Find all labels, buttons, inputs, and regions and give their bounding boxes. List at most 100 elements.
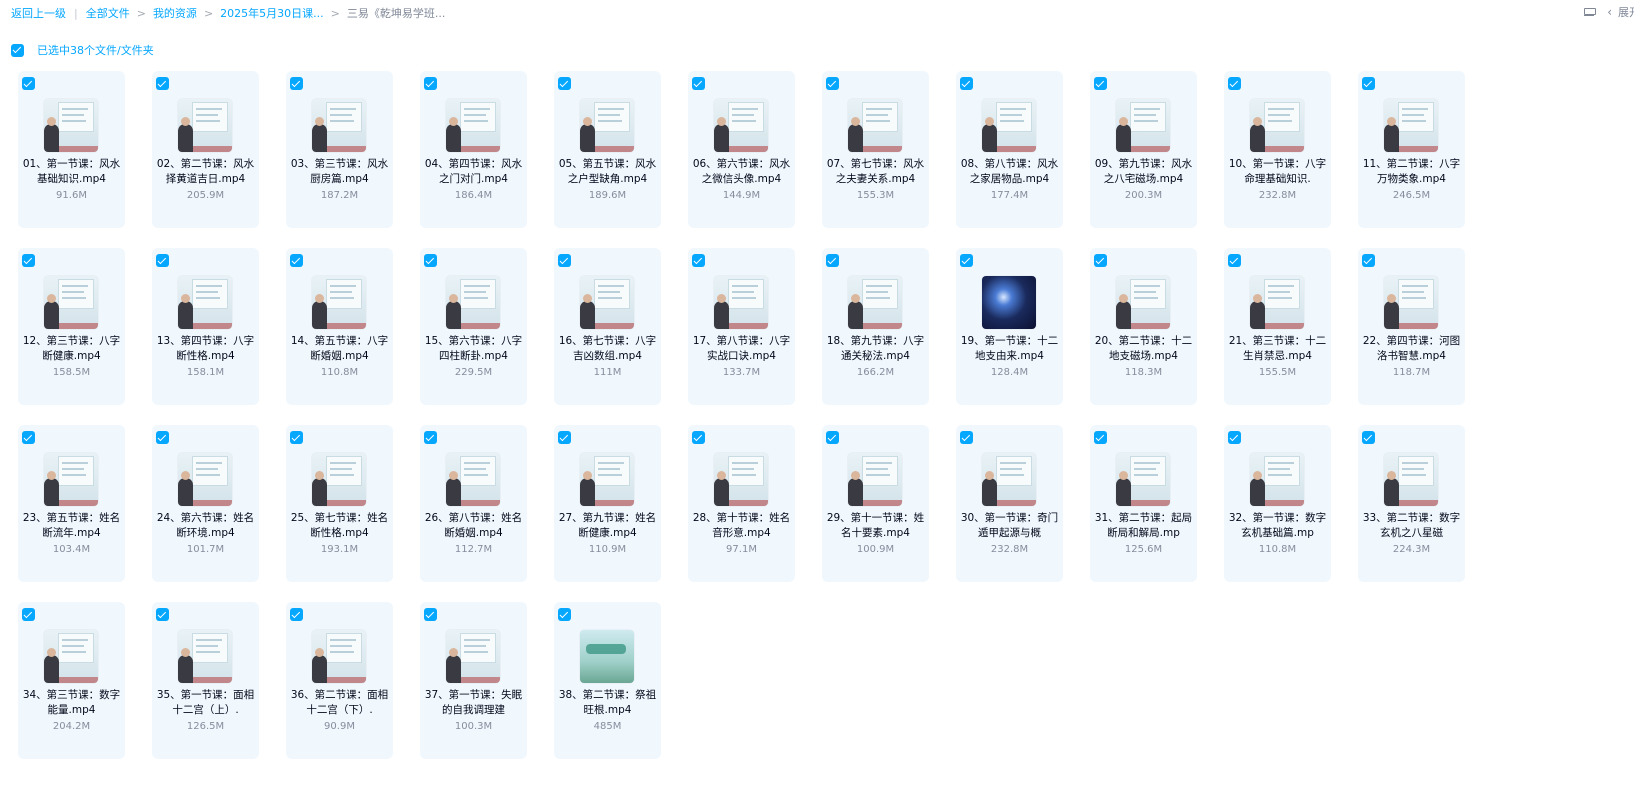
file-name[interactable]: 20、第二节课：十二地支磁场.mp4 [1094, 334, 1193, 364]
file-card[interactable]: 09、第九节课：风水之八宅磁场.mp4 200.3M [1090, 71, 1197, 228]
file-card[interactable]: 12、第三节课：八字断健康.mp4 158.5M [18, 248, 125, 405]
file-checkbox[interactable] [692, 254, 705, 267]
video-thumbnail[interactable] [44, 99, 98, 152]
file-card[interactable]: 08、第八节课：风水之家居物品.mp4 177.4M [956, 71, 1063, 228]
file-checkbox[interactable] [156, 77, 169, 90]
file-checkbox[interactable] [22, 77, 35, 90]
file-card[interactable]: 24、第六节课：姓名断环境.mp4 101.7M [152, 425, 259, 582]
file-name[interactable]: 10、第一节课：八字命理基础知识. [1228, 157, 1327, 187]
file-card[interactable]: 36、第二节课：面相十二宫（下）. 90.9M [286, 602, 393, 759]
file-card[interactable]: 14、第五节课：八字断婚姻.mp4 110.8M [286, 248, 393, 405]
file-checkbox[interactable] [558, 608, 571, 621]
file-checkbox[interactable] [1228, 77, 1241, 90]
video-thumbnail[interactable] [312, 453, 366, 506]
file-card[interactable]: 16、第七节课：八字吉凶数组.mp4 111M [554, 248, 661, 405]
file-checkbox[interactable] [424, 431, 437, 444]
file-checkbox[interactable] [1228, 431, 1241, 444]
video-thumbnail[interactable] [312, 630, 366, 683]
expand-button[interactable]: 展开 [1618, 4, 1634, 20]
file-checkbox[interactable] [156, 254, 169, 267]
file-name[interactable]: 31、第二节课：起局断局和解局.mp [1094, 511, 1193, 541]
file-checkbox[interactable] [156, 431, 169, 444]
file-checkbox[interactable] [558, 431, 571, 444]
file-card[interactable]: 33、第二节课：数字玄机之八星磁 224.3M [1358, 425, 1465, 582]
video-thumbnail[interactable] [848, 276, 902, 329]
file-card[interactable]: 22、第四节课：河图洛书智慧.mp4 118.7M [1358, 248, 1465, 405]
file-checkbox[interactable] [290, 77, 303, 90]
breadcrumb-course-folder[interactable]: 2025年5月30日课... [220, 5, 323, 21]
video-thumbnail[interactable] [1116, 276, 1170, 329]
file-name[interactable]: 33、第二节课：数字玄机之八星磁 [1362, 511, 1461, 541]
list-view-icon[interactable] [1583, 6, 1597, 18]
video-thumbnail[interactable] [312, 99, 366, 152]
video-thumbnail[interactable] [1384, 453, 1438, 506]
file-checkbox[interactable] [1228, 254, 1241, 267]
file-checkbox[interactable] [1094, 77, 1107, 90]
file-checkbox[interactable] [1094, 431, 1107, 444]
video-thumbnail[interactable] [580, 99, 634, 152]
video-thumbnail[interactable] [1250, 99, 1304, 152]
video-thumbnail[interactable] [312, 276, 366, 329]
file-name[interactable]: 06、第六节课：风水之微信头像.mp4 [692, 157, 791, 187]
file-checkbox[interactable] [692, 431, 705, 444]
file-card[interactable]: 19、第一节课：十二地支由来.mp4 128.4M [956, 248, 1063, 405]
file-card[interactable]: 32、第一节课：数字玄机基础篇.mp 110.8M [1224, 425, 1331, 582]
file-card[interactable]: 29、第十一节课：姓名十要素.mp4 100.9M [822, 425, 929, 582]
file-checkbox[interactable] [424, 77, 437, 90]
file-name[interactable]: 34、第三节课：数字能量.mp4 [22, 688, 121, 718]
file-card[interactable]: 26、第八节课：姓名断婚姻.mp4 112.7M [420, 425, 527, 582]
file-checkbox[interactable] [156, 608, 169, 621]
video-thumbnail[interactable] [982, 276, 1036, 329]
video-thumbnail[interactable] [178, 99, 232, 152]
file-checkbox[interactable] [424, 608, 437, 621]
file-name[interactable]: 09、第九节课：风水之八宅磁场.mp4 [1094, 157, 1193, 187]
video-thumbnail[interactable] [178, 276, 232, 329]
video-thumbnail[interactable] [580, 276, 634, 329]
file-name[interactable]: 05、第五节课：风水之户型缺角.mp4 [558, 157, 657, 187]
file-name[interactable]: 32、第一节课：数字玄机基础篇.mp [1228, 511, 1327, 541]
file-checkbox[interactable] [1362, 431, 1375, 444]
select-all-checkbox[interactable] [11, 43, 24, 57]
file-checkbox[interactable] [1362, 77, 1375, 90]
file-checkbox[interactable] [558, 254, 571, 267]
file-card[interactable]: 31、第二节课：起局断局和解局.mp 125.6M [1090, 425, 1197, 582]
video-thumbnail[interactable] [178, 630, 232, 683]
file-name[interactable]: 24、第六节课：姓名断环境.mp4 [156, 511, 255, 541]
video-thumbnail[interactable] [848, 99, 902, 152]
file-card[interactable]: 35、第一节课：面相十二宫（上）. 126.5M [152, 602, 259, 759]
file-name[interactable]: 03、第三节课：风水厨房篇.mp4 [290, 157, 389, 187]
file-card[interactable]: 21、第三节课：十二生肖禁忌.mp4 155.5M [1224, 248, 1331, 405]
file-checkbox[interactable] [960, 431, 973, 444]
video-thumbnail[interactable] [848, 453, 902, 506]
file-name[interactable]: 17、第八节课：八字实战口诀.mp4 [692, 334, 791, 364]
file-name[interactable]: 30、第一节课：奇门遁甲起源与概 [960, 511, 1059, 541]
file-checkbox[interactable] [1094, 254, 1107, 267]
file-name[interactable]: 28、第十节课：姓名音形意.mp4 [692, 511, 791, 541]
file-name[interactable]: 01、第一节课：风水基础知识.mp4 [22, 157, 121, 187]
file-checkbox[interactable] [424, 254, 437, 267]
file-card[interactable]: 25、第七节课：姓名断性格.mp4 193.1M [286, 425, 393, 582]
file-checkbox[interactable] [826, 254, 839, 267]
file-card[interactable]: 20、第二节课：十二地支磁场.mp4 118.3M [1090, 248, 1197, 405]
file-name[interactable]: 38、第二节课：祭祖旺根.mp4 [558, 688, 657, 718]
file-checkbox[interactable] [290, 254, 303, 267]
file-checkbox[interactable] [22, 608, 35, 621]
file-card[interactable]: 17、第八节课：八字实战口诀.mp4 133.7M [688, 248, 795, 405]
file-card[interactable]: 11、第二节课：八字万物类象.mp4 246.5M [1358, 71, 1465, 228]
video-thumbnail[interactable] [580, 453, 634, 506]
file-name[interactable]: 22、第四节课：河图洛书智慧.mp4 [1362, 334, 1461, 364]
file-checkbox[interactable] [558, 77, 571, 90]
video-thumbnail[interactable] [714, 453, 768, 506]
file-card[interactable]: 05、第五节课：风水之户型缺角.mp4 189.6M [554, 71, 661, 228]
file-name[interactable]: 27、第九节课：姓名断健康.mp4 [558, 511, 657, 541]
video-thumbnail[interactable] [714, 276, 768, 329]
back-link[interactable]: 返回上一级 [11, 5, 66, 21]
video-thumbnail[interactable] [178, 453, 232, 506]
video-thumbnail[interactable] [982, 99, 1036, 152]
video-thumbnail[interactable] [714, 99, 768, 152]
video-thumbnail[interactable] [1116, 99, 1170, 152]
file-checkbox[interactable] [960, 254, 973, 267]
file-checkbox[interactable] [22, 254, 35, 267]
file-name[interactable]: 14、第五节课：八字断婚姻.mp4 [290, 334, 389, 364]
file-card[interactable]: 13、第四节课：八字断性格.mp4 158.1M [152, 248, 259, 405]
